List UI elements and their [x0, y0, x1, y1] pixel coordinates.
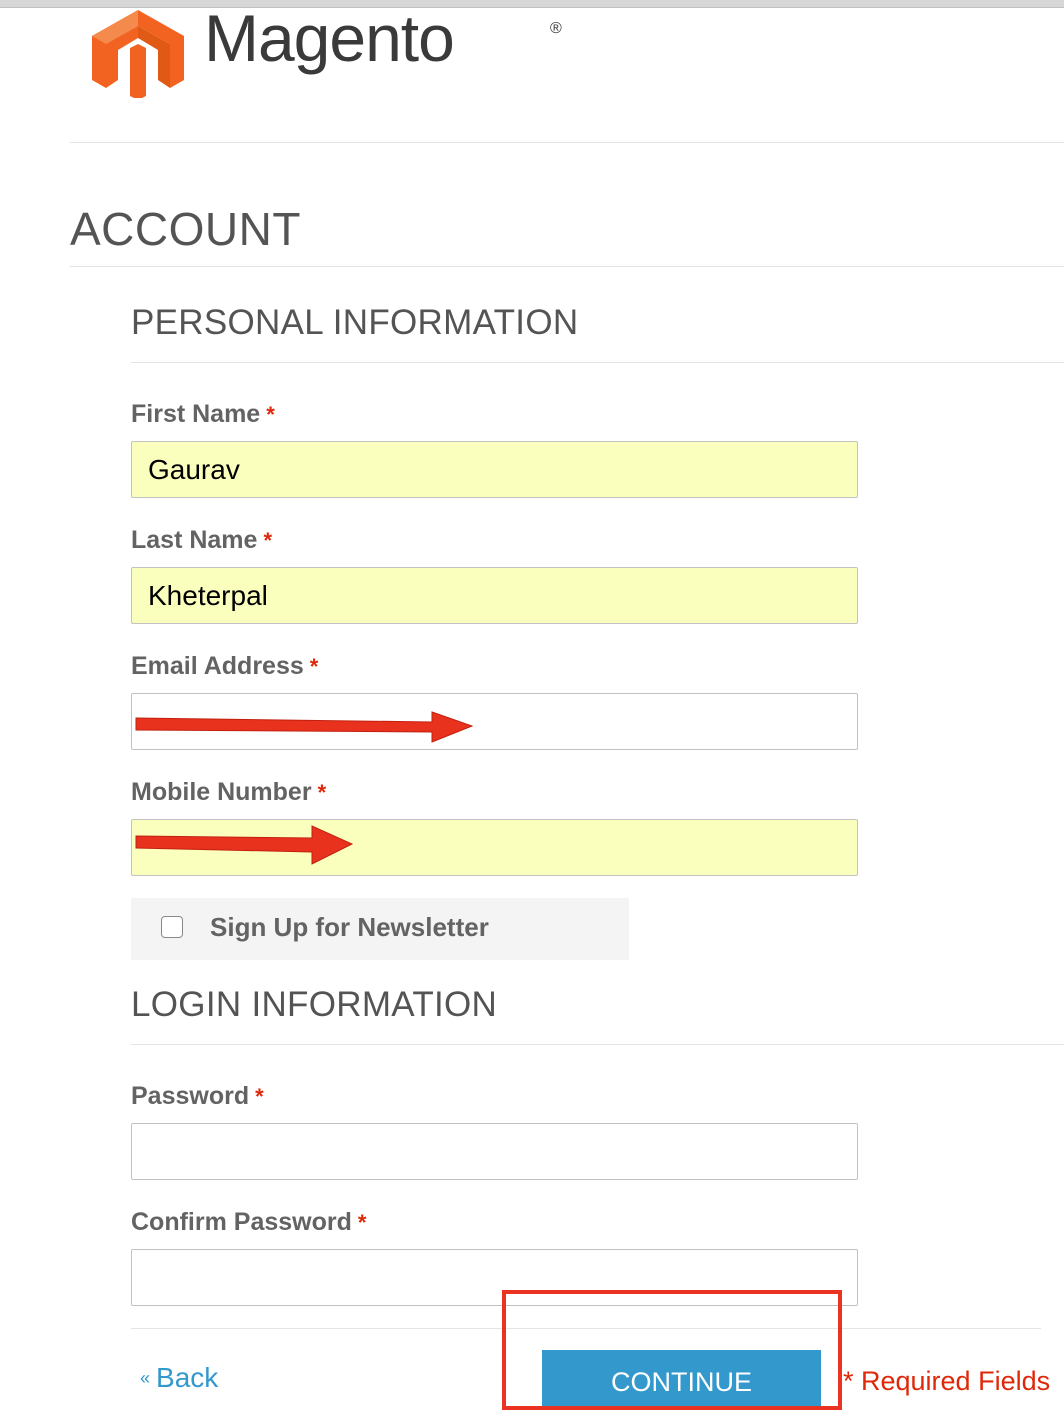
mobile-label-text: Mobile Number — [131, 778, 312, 806]
required-star: * — [266, 402, 275, 427]
magento-logo[interactable]: Magento ® — [88, 1, 562, 98]
first-name-label: First Name * — [131, 400, 275, 429]
page-title: ACCOUNT — [70, 203, 301, 255]
magento-logo-icon — [92, 10, 184, 98]
required-fields-note: * Required Fields — [843, 1366, 1051, 1396]
actions-divider — [131, 1328, 1041, 1329]
continue-button[interactable]: CONTINUE — [542, 1350, 821, 1410]
required-star: * — [255, 1084, 264, 1109]
password-input[interactable] — [131, 1123, 858, 1180]
required-star: * — [263, 528, 273, 553]
confirm-password-label-text: Confirm Password — [131, 1208, 352, 1236]
email-label-text: Email Address — [131, 652, 304, 680]
personal-info-divider — [131, 362, 1064, 363]
newsletter-option[interactable]: Sign Up for Newsletter — [131, 898, 629, 960]
back-link[interactable]: «Back — [140, 1362, 218, 1394]
email-input[interactable] — [131, 693, 858, 750]
last-name-label-text: Last Name — [131, 526, 258, 554]
confirm-password-label: Confirm Password * — [131, 1208, 366, 1237]
password-label: Password * — [131, 1082, 264, 1111]
logo-registered-mark: ® — [550, 20, 562, 37]
required-star: * — [317, 780, 327, 805]
mobile-label: Mobile Number * — [131, 778, 326, 807]
header-divider — [70, 142, 1064, 143]
required-star: * — [357, 1210, 367, 1235]
password-label-text: Password — [131, 1082, 250, 1110]
back-arrow-icon: « — [140, 1368, 151, 1388]
newsletter-checkbox[interactable] — [161, 916, 183, 938]
last-name-input[interactable] — [131, 567, 858, 624]
confirm-password-input[interactable] — [131, 1249, 858, 1306]
browser-top-edge — [0, 0, 1064, 8]
title-divider — [70, 266, 1064, 267]
first-name-input[interactable] — [131, 441, 858, 498]
back-link-label: Back — [156, 1362, 219, 1393]
first-name-label-text: First Name — [131, 400, 261, 428]
email-label: Email Address * — [131, 652, 318, 681]
mobile-input[interactable] — [131, 819, 858, 876]
personal-info-heading: PERSONAL INFORMATION — [131, 303, 579, 342]
required-star: * — [309, 654, 319, 679]
newsletter-label[interactable]: Sign Up for Newsletter — [210, 912, 489, 943]
last-name-label: Last Name * — [131, 526, 272, 555]
login-info-heading: LOGIN INFORMATION — [131, 985, 498, 1024]
login-info-divider — [131, 1044, 1064, 1045]
logo-wordmark: Magento — [204, 1, 455, 75]
